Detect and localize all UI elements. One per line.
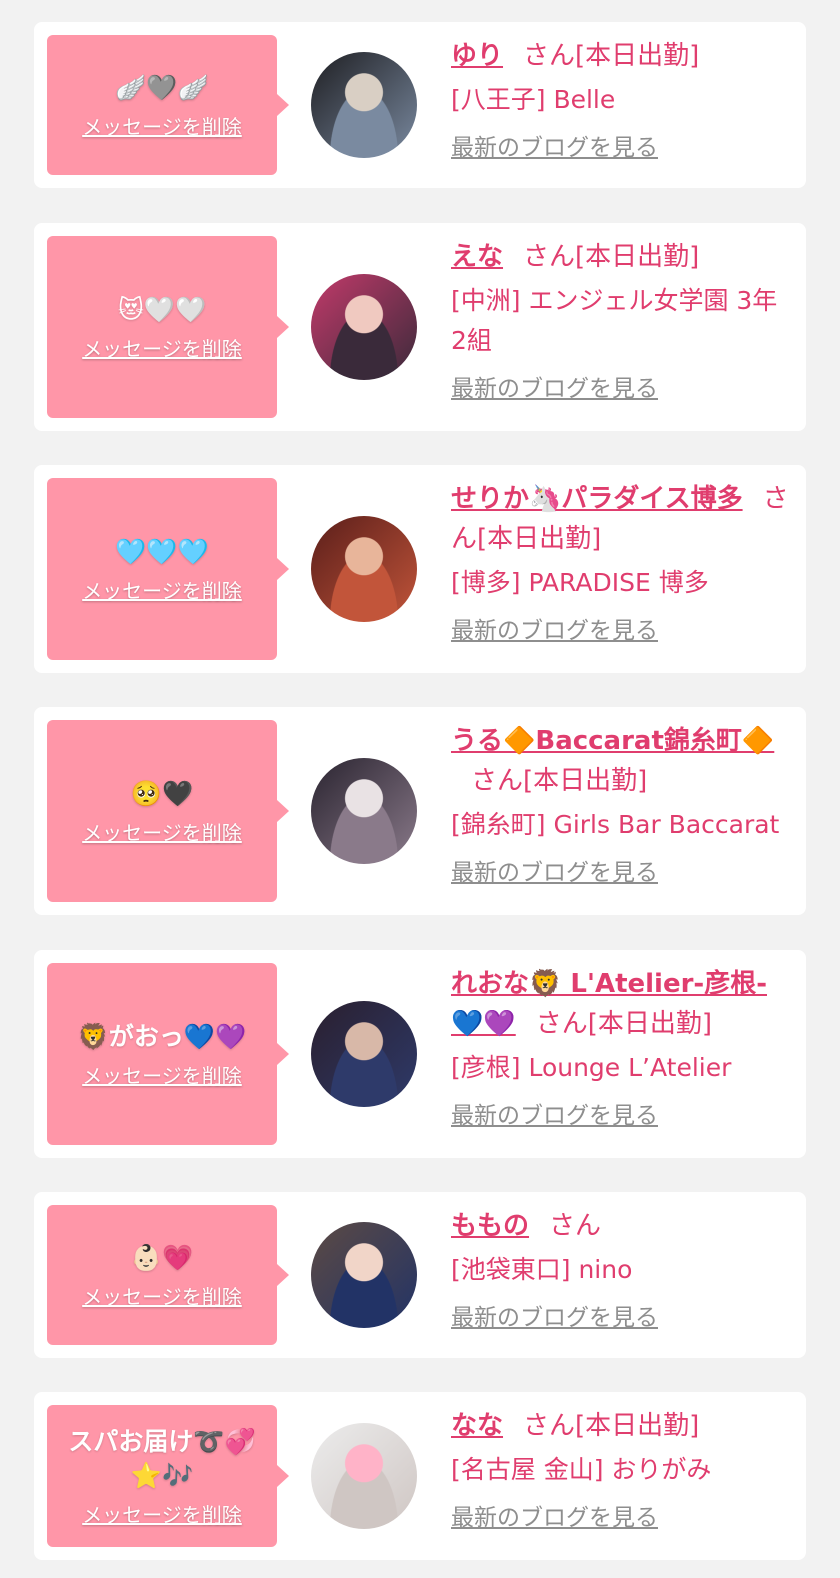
list-item: 😻🤍🤍 メッセージを削除 えな さん[本日出勤] [中洲] エンジェル女学園 3年… [34,223,806,431]
shop-name: [錦糸町] Girls Bar Baccarat [451,810,780,839]
message-bubble: 🩵🩵🩵 メッセージを削除 [47,478,289,660]
message-text: 🩵🩵🩵 [115,536,209,566]
list-item: スパお届け➰💞 ⭐️🎶 メッセージを削除 なな さん[本日出勤] [名古屋 金山]… [34,1392,806,1560]
profile-name-link[interactable]: なな [451,1411,503,1441]
honorific-status: さん [549,1211,602,1241]
honorific-status: さん[本日出勤] [535,1009,713,1039]
profile-info: えな さん[本日出勤] [中洲] エンジェル女学園 3年2組 最新のブログを見る [451,237,792,407]
profile-name-link[interactable]: ゆり [451,41,503,71]
profile-name-link[interactable]: せりか🦄パラダイス博多 [451,484,743,514]
avatar[interactable] [311,1423,417,1529]
message-text: 🦁がおっ💙💜 [77,1021,247,1051]
list-item: 🦁がおっ💙💜 メッセージを削除 れおな🦁 L'Atelier-彦根-💙💜 さん[本… [34,950,806,1158]
delete-message-link[interactable]: メッセージを削除 [82,1281,242,1310]
message-text: 🥺🖤 [130,778,194,808]
shop-name: [中洲] エンジェル女学園 3年2組 [451,286,778,355]
profile-info: ゆり さん[本日出勤] [八王子] Belle 最新のブログを見る [451,36,792,166]
list-item: 🩵🩵🩵 メッセージを削除 せりか🦄パラダイス博多 さん[本日出勤] [博多] PA… [34,465,806,673]
avatar[interactable] [311,758,417,864]
delete-message-link[interactable]: メッセージを削除 [82,575,242,604]
message-text: 😻🤍🤍 [117,294,207,324]
avatar[interactable] [311,1222,417,1328]
honorific-status: さん[本日出勤] [523,41,700,71]
delete-message-link[interactable]: メッセージを削除 [82,333,242,362]
message-text: 🪽🩶🪽 [115,72,209,102]
delete-message-link[interactable]: メッセージを削除 [82,1499,242,1528]
shop-name: [名古屋 金山] おりがみ [451,1455,712,1484]
message-bubble: スパお届け➰💞 ⭐️🎶 メッセージを削除 [47,1405,289,1547]
message-bubble: 🦁がおっ💙💜 メッセージを削除 [47,963,289,1145]
list-item: 🥺🖤 メッセージを削除 うる🔶Baccarat錦糸町🔶 さん[本日出勤] [錦糸町… [34,707,806,915]
shop-name: [八王子] Belle [451,85,616,114]
message-bubble: 👶🏻💗 メッセージを削除 [47,1205,289,1345]
shop-name: [博多] PARADISE 博多 [451,568,709,597]
list-item: 👶🏻💗 メッセージを削除 ももの さん [池袋東口] nino 最新のブログを見る [34,1192,806,1358]
latest-blog-link[interactable]: 最新のブログを見る [451,1300,658,1336]
delete-message-link[interactable]: メッセージを削除 [82,817,242,846]
latest-blog-link[interactable]: 最新のブログを見る [451,613,658,649]
delete-message-link[interactable]: メッセージを削除 [82,1060,242,1089]
profile-name-link[interactable]: うる🔶Baccarat錦糸町🔶 [451,726,774,756]
honorific-status: さん[本日出勤] [523,1411,700,1441]
message-text: 👶🏻💗 [130,1242,194,1272]
profile-name-link[interactable]: えな [451,242,503,272]
honorific-status: さん[本日出勤] [523,242,700,272]
message-text: スパお届け➰💞 ⭐️🎶 [68,1426,256,1490]
profile-name-link[interactable]: ももの [451,1211,529,1241]
message-bubble: 🪽🩶🪽 メッセージを削除 [47,35,289,175]
profile-info: せりか🦄パラダイス博多 さん[本日出勤] [博多] PARADISE 博多 最新の… [451,479,792,649]
profile-info: なな さん[本日出勤] [名古屋 金山] おりがみ 最新のブログを見る [451,1406,792,1536]
message-bubble: 🥺🖤 メッセージを削除 [47,720,289,902]
favorites-list: 🪽🩶🪽 メッセージを削除 ゆり さん[本日出勤] [八王子] Belle 最新のブ… [0,0,840,1578]
avatar[interactable] [311,52,417,158]
shop-name: [彦根] Lounge L’Atelier [451,1053,732,1082]
latest-blog-link[interactable]: 最新のブログを見る [451,371,658,407]
latest-blog-link[interactable]: 最新のブログを見る [451,130,658,166]
shop-name: [池袋東口] nino [451,1255,633,1284]
profile-info: れおな🦁 L'Atelier-彦根-💙💜 さん[本日出勤] [彦根] Lounge… [451,964,792,1134]
latest-blog-link[interactable]: 最新のブログを見る [451,1500,658,1536]
profile-info: ももの さん [池袋東口] nino 最新のブログを見る [451,1206,792,1336]
profile-info: うる🔶Baccarat錦糸町🔶 さん[本日出勤] [錦糸町] Girls Bar … [451,721,792,891]
honorific-status: さん[本日出勤] [471,766,648,796]
list-item: 🪽🩶🪽 メッセージを削除 ゆり さん[本日出勤] [八王子] Belle 最新のブ… [34,22,806,188]
message-bubble: 😻🤍🤍 メッセージを削除 [47,236,289,418]
delete-message-link[interactable]: メッセージを削除 [82,111,242,140]
latest-blog-link[interactable]: 最新のブログを見る [451,1098,658,1134]
latest-blog-link[interactable]: 最新のブログを見る [451,855,658,891]
avatar[interactable] [311,516,417,622]
avatar[interactable] [311,1001,417,1107]
avatar[interactable] [311,274,417,380]
